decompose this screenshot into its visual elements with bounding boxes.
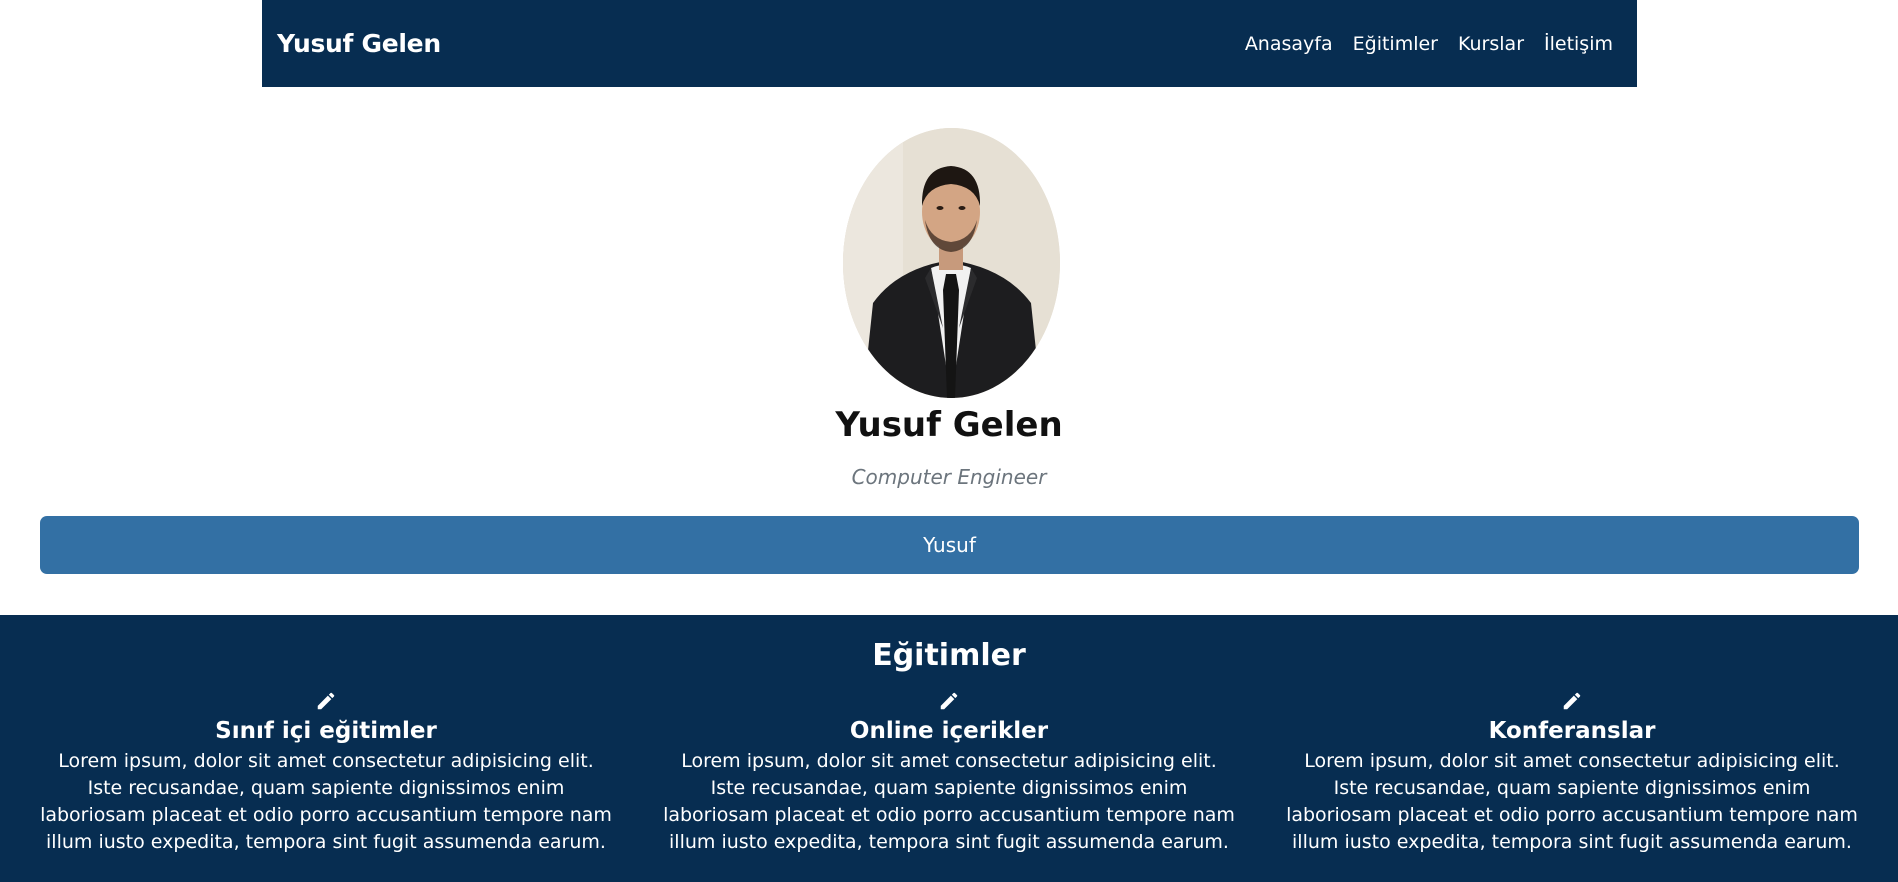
- brand-logo[interactable]: Yusuf Gelen: [277, 29, 441, 58]
- service-title: Online içerikler: [849, 718, 1049, 744]
- service-description: Lorem ipsum, dolor sit amet consectetur …: [1286, 750, 1858, 853]
- pencil-icon: [661, 688, 1237, 714]
- service-item-sinif-ici: Sınıf içi eğitimler Lorem ipsum, dolor s…: [38, 688, 614, 856]
- nav-link-anasayfa[interactable]: Anasayfa: [1245, 33, 1333, 55]
- service-item-online: Online içerikler Lorem ipsum, dolor sit …: [661, 688, 1237, 856]
- nav-link-iletisim[interactable]: İletişim: [1544, 33, 1613, 55]
- nav-link-kurslar[interactable]: Kurslar: [1458, 33, 1524, 55]
- service-title: Sınıf içi eğitimler: [215, 718, 437, 744]
- hero-section: Yusuf Gelen Computer Engineer Yusuf: [0, 87, 1898, 615]
- profile-photo-illustration: [843, 128, 1060, 398]
- service-item-konferanslar: Konferanslar Lorem ipsum, dolor sit amet…: [1284, 688, 1860, 856]
- nav-link-egitimler[interactable]: Eğitimler: [1353, 33, 1438, 55]
- pencil-icon: [38, 688, 614, 714]
- section-title: Eğitimler: [872, 638, 1026, 673]
- pencil-icon: [1284, 688, 1860, 714]
- nav-links: Anasayfa Eğitimler Kurslar İletişim: [1245, 33, 1613, 55]
- services-section: Eğitimler Sınıf içi eğitimler Lorem ipsu…: [0, 615, 1898, 882]
- profile-avatar: [843, 128, 1060, 398]
- service-description: Lorem ipsum, dolor sit amet consectetur …: [40, 750, 612, 853]
- navbar: Yusuf Gelen Anasayfa Eğitimler Kurslar İ…: [262, 0, 1637, 87]
- service-description: Lorem ipsum, dolor sit amet consectetur …: [663, 750, 1235, 853]
- profile-name: Yusuf Gelen: [835, 405, 1063, 445]
- profile-button[interactable]: Yusuf: [40, 516, 1859, 574]
- service-title: Konferanslar: [1488, 718, 1656, 744]
- profile-title: Computer Engineer: [851, 465, 1047, 489]
